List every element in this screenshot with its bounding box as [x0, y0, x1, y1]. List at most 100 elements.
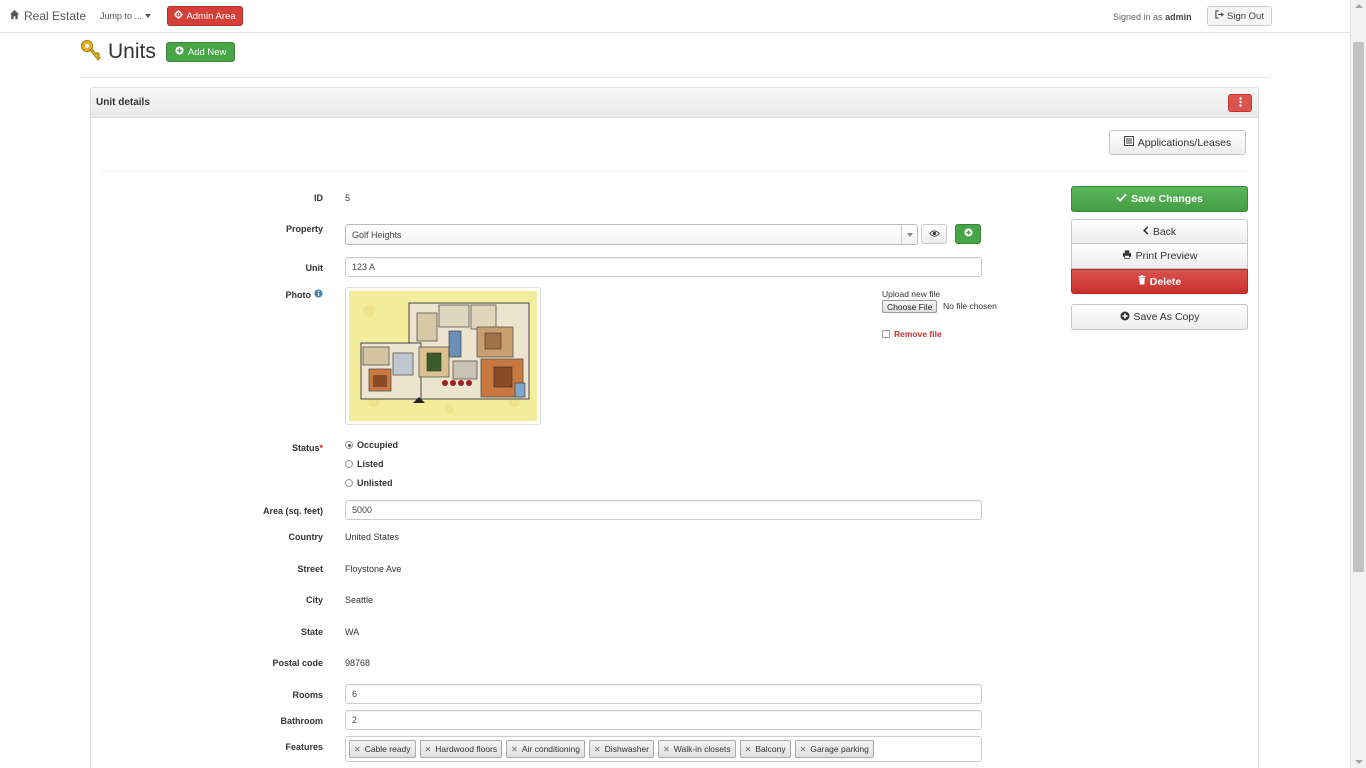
remove-tag-icon[interactable]: ✕ — [594, 745, 601, 754]
vertical-scrollbar[interactable] — [1350, 0, 1366, 768]
plus-circle-icon — [1120, 311, 1130, 324]
signed-in-user: admin — [1165, 12, 1192, 22]
status-radio-listed[interactable]: Listed — [345, 459, 384, 469]
radio-button[interactable] — [345, 441, 353, 449]
status-option-label: Occupied — [357, 440, 399, 450]
status-radio-occupied[interactable]: Occupied — [345, 440, 398, 450]
feature-tag: ✕ Air conditioning — [506, 740, 585, 758]
panel-menu-button[interactable] — [1228, 94, 1252, 112]
state-value: WA — [345, 627, 360, 637]
gear-icon — [174, 10, 184, 22]
bathroom-input[interactable]: 2 — [345, 710, 982, 730]
header-divider — [80, 77, 1270, 78]
scroll-down-arrow-icon[interactable] — [1355, 760, 1363, 764]
save-as-copy-button[interactable]: Save As Copy — [1071, 304, 1248, 330]
remove-file-option[interactable]: Remove file — [882, 329, 942, 339]
status-label-row: Status* — [173, 443, 323, 453]
eye-icon — [928, 229, 940, 240]
id-label: ID — [314, 193, 323, 203]
list-icon — [1123, 136, 1134, 149]
features-tag-input[interactable]: ✕ Cable ready ✕ Hardwood floors ✕ Air condi… — [345, 736, 982, 762]
scrollbar-thumb[interactable] — [1353, 42, 1364, 572]
feature-tag-label: Air conditioning — [521, 744, 580, 754]
remove-tag-icon[interactable]: ✕ — [354, 745, 361, 754]
back-button[interactable]: Back — [1071, 219, 1248, 244]
remove-tag-icon[interactable]: ✕ — [745, 745, 752, 754]
add-new-label: Add New — [187, 46, 227, 58]
top-navbar: Real Estate Jump to ... Admin Area Signe… — [0, 0, 1350, 33]
panel-heading: Unit details — [91, 88, 1258, 118]
required-asterisk: * — [319, 443, 323, 453]
rooms-label: Rooms — [292, 690, 323, 700]
remove-tag-icon[interactable]: ✕ — [425, 745, 432, 754]
panel-title: Unit details — [96, 97, 150, 108]
remove-tag-icon[interactable]: ✕ — [800, 745, 807, 754]
print-preview-button[interactable]: Print Preview — [1071, 244, 1248, 269]
property-select[interactable]: Golf Heights — [345, 224, 918, 245]
print-preview-label: Print Preview — [1135, 250, 1198, 262]
plus-circle-icon — [963, 228, 973, 240]
feature-tag-label: Balcony — [755, 744, 786, 754]
upload-new-file-label: Upload new file — [882, 289, 941, 299]
remove-tag-icon[interactable]: ✕ — [511, 745, 518, 754]
city-value: Seattle — [345, 595, 374, 605]
photo-label: Photo — [285, 289, 312, 300]
street-label: Street — [297, 564, 323, 574]
choose-file-button[interactable]: Choose File — [882, 300, 938, 313]
sign-out-label: Sign Out — [1227, 10, 1264, 22]
feature-tag-label: Hardwood floors — [435, 744, 498, 754]
property-label: Property — [285, 224, 323, 234]
view-property-button[interactable] — [921, 224, 947, 244]
status-option-label: Unlisted — [357, 478, 393, 488]
status-option-label: Listed — [357, 459, 384, 469]
delete-button[interactable]: Delete — [1071, 269, 1248, 294]
unit-input[interactable]: 123 A — [345, 257, 982, 277]
sign-out-button[interactable]: Sign Out — [1207, 6, 1272, 26]
admin-area-button[interactable]: Admin Area — [167, 6, 243, 26]
status-radio-unlisted[interactable]: Unlisted — [345, 478, 393, 488]
area-input[interactable]: 5000 — [345, 500, 982, 520]
unit-photo — [345, 287, 541, 425]
scroll-up-arrow-icon[interactable] — [1355, 4, 1363, 8]
id-value: 5 — [345, 193, 351, 203]
radio-button[interactable] — [345, 460, 353, 468]
sign-out-icon — [1215, 10, 1224, 22]
features-label: Features — [285, 742, 323, 752]
home-icon — [9, 9, 20, 23]
state-label: State — [300, 627, 323, 637]
add-property-button[interactable] — [955, 224, 981, 244]
rooms-input[interactable]: 6 — [345, 684, 982, 704]
save-changes-button[interactable]: Save Changes — [1071, 186, 1248, 212]
applications-leases-button[interactable]: Applications/Leases — [1109, 130, 1246, 155]
vertical-dots-icon — [1238, 96, 1242, 110]
country-label: Country — [288, 532, 324, 542]
remove-tag-icon[interactable]: ✕ — [663, 745, 670, 754]
applications-leases-label: Applications/Leases — [1137, 136, 1232, 149]
photo-label-row: Photo — [173, 289, 323, 300]
save-changes-label: Save Changes — [1131, 193, 1203, 205]
feature-tag: ✕ Balcony — [739, 740, 791, 758]
signed-in-text: Signed in as admin — [1113, 12, 1192, 22]
feature-tag-label: Garage parking — [810, 744, 869, 754]
feature-tag: ✕ Hardwood floors — [419, 740, 503, 758]
remove-file-checkbox[interactable] — [882, 330, 890, 338]
caret-down-icon — [145, 14, 152, 18]
feature-tag: ✕ Garage parking — [794, 740, 874, 758]
property-select-value: Golf Heights — [352, 230, 402, 240]
info-icon[interactable] — [314, 289, 323, 300]
bathroom-label: Bathroom — [280, 716, 324, 726]
add-new-button[interactable]: Add New — [165, 42, 236, 62]
city-label: City — [305, 595, 323, 605]
back-label: Back — [1152, 225, 1177, 238]
chevron-left-icon — [1142, 225, 1149, 238]
feature-tag-label: Cable ready — [364, 744, 411, 754]
feature-tag: ✕ Dishwasher — [588, 740, 655, 758]
delete-label: Delete — [1149, 275, 1182, 288]
postal-code-value: 98768 — [345, 658, 371, 668]
jump-to-dropdown[interactable]: Jump to ... — [100, 11, 152, 21]
unit-label: Unit — [305, 263, 324, 273]
panel-divider — [101, 171, 1248, 172]
no-file-chosen-text: No file chosen — [943, 301, 997, 311]
radio-button[interactable] — [345, 479, 353, 487]
brand-link[interactable]: Real Estate — [9, 9, 86, 23]
